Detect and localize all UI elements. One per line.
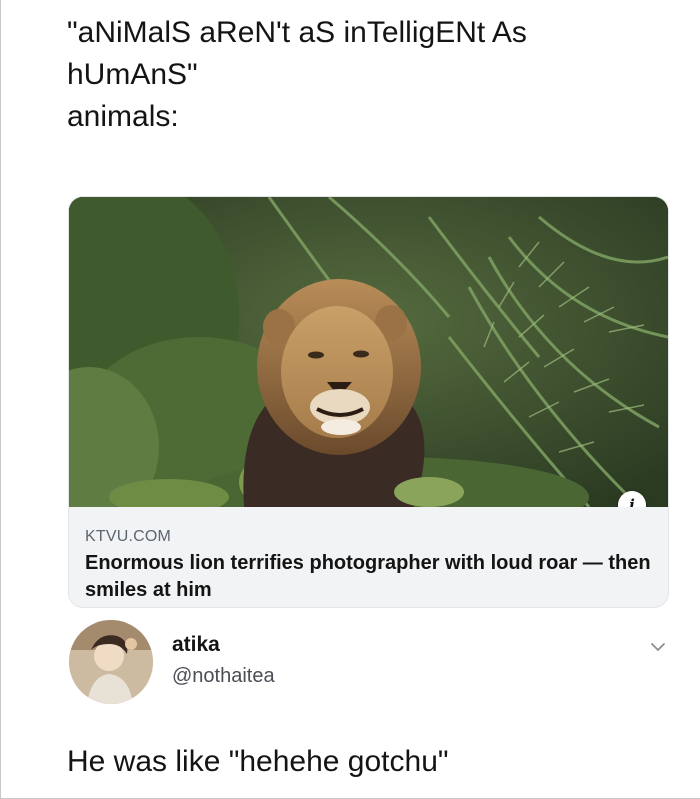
reply-tweet-text: He was like "hehehe gotchu": [67, 745, 449, 778]
tweet-text-line-2: hUmAnS": [67, 58, 198, 91]
user-name[interactable]: atika: [172, 633, 220, 657]
avatar-image: [69, 620, 153, 704]
link-preview-card[interactable]: i KTVU.COM Enormous lion terrifies photo…: [69, 197, 668, 607]
lion-photo: [69, 197, 668, 507]
card-domain: KTVU.COM: [85, 528, 172, 545]
chevron-down-icon[interactable]: [649, 638, 667, 656]
card-image[interactable]: i: [69, 197, 668, 507]
card-meta: KTVU.COM Enormous lion terrifies photogr…: [69, 507, 668, 604]
card-title[interactable]: Enormous lion terrifies photographer wit…: [85, 550, 665, 604]
user-handle[interactable]: @nothaitea: [172, 665, 275, 688]
avatar[interactable]: [69, 620, 153, 704]
tweet-text-line-1: "aNiMalS aReN't aS inTelligENt As: [67, 16, 527, 49]
tweet-text-line-3: animals:: [67, 100, 179, 133]
tweet-text: "aNiMalS aReN't aS inTelligENt As hUmAnS…: [67, 12, 667, 138]
reply-author-row: atika @nothaitea: [69, 620, 669, 710]
screenshot-page: "aNiMalS aReN't aS inTelligENt As hUmAnS…: [0, 0, 700, 799]
